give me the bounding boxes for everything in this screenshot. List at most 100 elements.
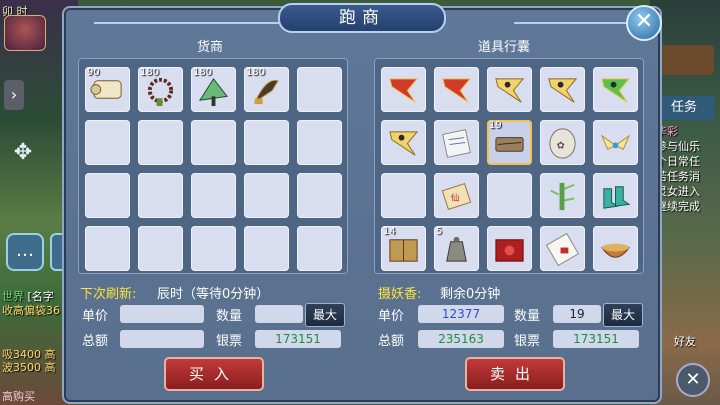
shop-title: 货商 [196,40,223,55]
bag-slot[interactable] [540,67,585,112]
bag-slot[interactable]: 仙 [434,173,479,218]
green-flag-icon [601,78,631,103]
close-icon[interactable]: ✕ [626,5,662,41]
bag-slot[interactable]: 19 [487,120,532,165]
shop-slot[interactable]: 180 [244,67,289,112]
shop-slot[interactable] [297,67,342,112]
shop-max-button[interactable]: 最大 [305,303,345,327]
bag-slot-qty: 5 [436,226,443,237]
shop-slot-qty: 180 [140,67,160,78]
red-flag-icon [389,78,419,103]
bag-silver-label: 银票 [514,334,541,349]
incense-label: 摄妖香: [378,287,422,302]
bag-qty-input[interactable]: 19 [553,305,601,323]
shop-slot[interactable]: 90 [85,67,130,112]
shop-slot[interactable] [191,120,236,165]
shop-slot[interactable] [244,120,289,165]
chat-line: 高购买 [2,390,35,403]
bag-slot[interactable] [593,226,638,271]
bag-slot[interactable] [540,173,585,218]
shop-slot[interactable] [244,226,289,271]
svg-text:✿: ✿ [557,140,565,151]
shop-slot[interactable] [297,226,342,271]
shop-slot[interactable] [85,173,130,218]
shop-slot[interactable] [297,120,342,165]
chat-icon[interactable]: … [6,233,44,271]
refresh-label: 下次刷新: [80,287,137,302]
letter-icon [545,232,580,267]
bag-grid: 19 ✿ 仙 14 5 [381,67,638,271]
bag-slot[interactable] [593,173,638,218]
bag-slot[interactable] [434,120,479,165]
refresh-value: 辰时（等待0分钟） [157,287,270,302]
chat-line: 收高偏袋36 [2,304,60,317]
player-avatar[interactable] [4,15,46,51]
bag-grid-box: 19 ✿ 仙 14 5 [374,58,644,274]
bag-silver-field: 173151 [553,330,639,348]
bag-slot[interactable] [381,173,426,218]
bag-slot[interactable]: ✿ [540,120,585,165]
seal-scroll-icon: 仙 [441,183,472,210]
bag-title: 道具行囊 [477,40,530,55]
shop-slot[interactable] [85,226,130,271]
paper-icon [442,129,471,158]
chat-line: 波3500 高 [2,361,56,374]
bag-total-label: 总额 [378,334,405,349]
expand-arrow-icon[interactable]: › [4,80,24,110]
friend-label[interactable]: 好友 [674,333,696,349]
shop-slot[interactable] [138,120,183,165]
shop-slot[interactable] [244,173,289,218]
shop-slot[interactable]: 180 [191,67,236,112]
bag-slot[interactable] [487,173,532,218]
shop-grid: 90 180 180 180 [85,67,342,271]
shop-slot-qty: 90 [87,67,100,78]
buy-button[interactable]: 买入 [164,357,264,391]
bag-price-field: 12377 [418,305,504,323]
red-box-icon [495,239,524,262]
move-arrows-icon[interactable]: ✥ [8,140,38,170]
bag-slot[interactable]: 14 [381,226,426,271]
shop-slot[interactable] [191,226,236,271]
beads-icon [147,77,174,107]
task-tab[interactable]: 任务 [654,96,714,120]
bag-slot[interactable] [593,67,638,112]
shop-slot[interactable] [191,173,236,218]
bag-slot-qty: 14 [383,226,396,237]
bag-slot[interactable] [487,67,532,112]
shop-price-label: 单价 [82,309,109,324]
bag-slot[interactable]: 5 [434,226,479,271]
title-decoration [514,22,634,24]
task-tracker: 华彩 参与仙乐 个日常任 若任务消 灵女进入 继续完成 [656,124,718,214]
shop-slot[interactable] [85,120,130,165]
incense-value: 剩余0分钟 [440,287,501,302]
activity-button[interactable] [654,45,714,75]
task-line: 继续完成 [656,200,700,213]
shop-slot[interactable] [297,173,342,218]
shop-price-field [120,305,204,323]
shop-silver-label: 银票 [216,334,243,349]
bag-qty-label: 数量 [514,309,541,324]
shop-slot[interactable] [138,173,183,218]
bag-max-button[interactable]: 最大 [603,303,643,327]
bag-slot[interactable] [593,120,638,165]
bag-slot[interactable] [540,226,585,271]
shop-slot[interactable]: 180 [138,67,183,112]
shop-slot[interactable] [138,226,183,271]
yellow-flag-icon [495,78,525,103]
bamboo-icon [550,182,575,211]
scroll-icon [90,80,122,99]
shop-qty-input[interactable] [255,305,303,323]
bag-slot[interactable] [487,226,532,271]
bag-slot[interactable] [434,67,479,112]
bag-price-label: 单价 [378,309,405,324]
boots-icon [603,186,631,209]
svg-text:仙: 仙 [451,191,460,203]
bag-slot[interactable] [381,120,426,165]
shop-total-field [120,330,204,348]
bag-slot[interactable] [381,67,426,112]
stone-icon: ✿ [549,128,576,159]
sell-button[interactable]: 卖出 [465,357,565,391]
task-line: 华彩 [656,125,678,138]
close-menu-icon[interactable]: ✕ [676,363,710,397]
red-flag-icon [442,78,472,103]
